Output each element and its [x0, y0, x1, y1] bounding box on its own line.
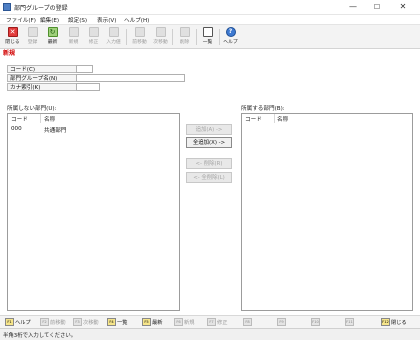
row-code[interactable]: 000: [11, 126, 22, 132]
unassigned-departments-title: 所属しない部門(U):: [7, 106, 57, 112]
column-header-name[interactable]: 名称: [44, 115, 55, 123]
fkey-label: 新規: [184, 319, 195, 326]
remove-all-button[interactable]: <- 全削除(L): [186, 172, 232, 183]
title-bar: 部門グループの登録 — ☐ ✕: [0, 0, 420, 15]
list-label: 一覧: [202, 40, 213, 45]
f9-key[interactable]: F9: [277, 318, 287, 326]
key-cap: F2: [40, 318, 49, 326]
next-label: 次移動: [153, 40, 168, 45]
code-input[interactable]: [76, 65, 93, 73]
minimize-button[interactable]: —: [342, 0, 364, 14]
fkey-label: 前移動: [50, 319, 66, 326]
next-button[interactable]: 次移動: [151, 26, 170, 47]
kana-index-input[interactable]: [76, 83, 100, 91]
f1-help-key[interactable]: F1 ヘルプ: [5, 318, 31, 326]
key-cap: F5: [142, 318, 151, 326]
assigned-departments-list[interactable]: コード 名称: [241, 113, 413, 311]
previous-button[interactable]: 前移動: [130, 26, 149, 47]
menu-bar: ファイル(F) 編集(E) 設定(S) 表示(V) ヘルプ(H): [0, 15, 420, 24]
mode-status: 新規: [3, 50, 16, 57]
column-header-code[interactable]: コード: [11, 115, 28, 123]
f2-previous-key[interactable]: F2 前移動: [40, 318, 66, 326]
column-header-name[interactable]: 名称: [277, 115, 288, 123]
next-record-icon: [155, 27, 166, 37]
key-cap: F3: [73, 318, 82, 326]
edit-icon: [88, 27, 99, 37]
maximize-button[interactable]: ☐: [366, 0, 388, 14]
key-cap: F8: [243, 318, 252, 326]
delete-label: 削除: [179, 40, 190, 45]
fkey-label: 閉じる: [391, 319, 407, 326]
f4-list-key[interactable]: F4 一覧: [107, 318, 127, 326]
f3-next-key[interactable]: F3 次移動: [73, 318, 99, 326]
group-name-label: 部門グループ名(N): [7, 74, 77, 82]
key-cap: F7: [207, 318, 216, 326]
f7-edit-key[interactable]: F7 修正: [207, 318, 227, 326]
refresh-icon: ↻: [47, 27, 58, 37]
previous-record-icon: [134, 27, 145, 37]
list-icon: [202, 27, 213, 37]
unassigned-departments-list[interactable]: コード 名称 000 共通部門: [7, 113, 180, 311]
status-bar: 半角3桁で入力してください。: [0, 328, 420, 340]
key-cap: F12: [381, 318, 390, 326]
f5-refresh-key[interactable]: F5 最新: [142, 318, 162, 326]
save-icon: [27, 27, 38, 37]
close-window-button[interactable]: ✕: [392, 0, 414, 14]
code-label: コード(C): [7, 65, 77, 73]
input-value-icon: [108, 27, 119, 37]
assigned-departments-title: 所属する部門(B):: [241, 106, 285, 112]
delete-button[interactable]: 削除: [175, 26, 194, 47]
f11-key[interactable]: F11: [345, 318, 355, 326]
key-cap: F1: [5, 318, 14, 326]
column-divider: [40, 114, 41, 123]
add-button[interactable]: 追加(A) ->: [186, 124, 232, 135]
fkey-label: 最新: [152, 319, 163, 326]
menu-help[interactable]: ヘルプ(H): [124, 16, 149, 24]
help-icon: ?: [225, 27, 236, 37]
refresh-button[interactable]: ↻ 最新: [43, 26, 62, 47]
add-all-button[interactable]: 全追加(X) ->: [186, 137, 232, 148]
new-document-icon: [68, 27, 79, 37]
f6-new-key[interactable]: F6 新規: [174, 318, 194, 326]
kana-index-label: カナ索引(K): [7, 83, 77, 91]
help-label: ヘルプ: [223, 40, 238, 45]
row-name[interactable]: 共通部門: [44, 126, 66, 134]
input-value-button[interactable]: 入力値: [104, 26, 123, 47]
fkey-label: 修正: [217, 319, 228, 326]
status-message: 半角3桁で入力してください。: [3, 333, 77, 339]
fkey-label: 一覧: [117, 319, 128, 326]
delete-icon: [179, 27, 190, 37]
function-key-bar: F1 ヘルプ F2 前移動 F3 次移動 F4 一覧 F5 最新 F6 新規 F7 修正 F8…: [0, 315, 420, 328]
group-name-input[interactable]: [76, 74, 185, 82]
toolbar: ✕ 閉じる 登録 ↻ 最新 新規 修正 入力値 前移動 次移動 削除 一覧 ?: [0, 24, 420, 49]
list-button[interactable]: 一覧: [198, 26, 217, 47]
fkey-label: 次移動: [83, 319, 99, 326]
f8-key[interactable]: F8: [243, 318, 253, 326]
f10-key[interactable]: F10: [311, 318, 321, 326]
key-cap: F11: [345, 318, 354, 326]
menu-settings[interactable]: 設定(S): [68, 16, 87, 24]
close-icon: ✕: [7, 27, 18, 37]
help-button[interactable]: ? ヘルプ: [221, 26, 240, 47]
key-cap: F10: [311, 318, 320, 326]
app-icon: [3, 3, 11, 11]
menu-file[interactable]: ファイル(F): [6, 16, 36, 24]
column-header-code[interactable]: コード: [245, 115, 262, 123]
menu-edit[interactable]: 編集(E): [40, 16, 59, 24]
remove-button[interactable]: <- 削除(R): [186, 158, 232, 169]
input-value-label: 入力値: [106, 40, 121, 45]
column-divider: [274, 114, 275, 123]
key-cap: F4: [107, 318, 116, 326]
f12-close-key[interactable]: F12 閉じる: [381, 318, 407, 326]
window-title: 部門グループの登録: [14, 5, 68, 12]
fkey-label: ヘルプ: [15, 319, 31, 326]
key-cap: F9: [277, 318, 286, 326]
key-cap: F6: [174, 318, 183, 326]
menu-view[interactable]: 表示(V): [97, 16, 116, 24]
